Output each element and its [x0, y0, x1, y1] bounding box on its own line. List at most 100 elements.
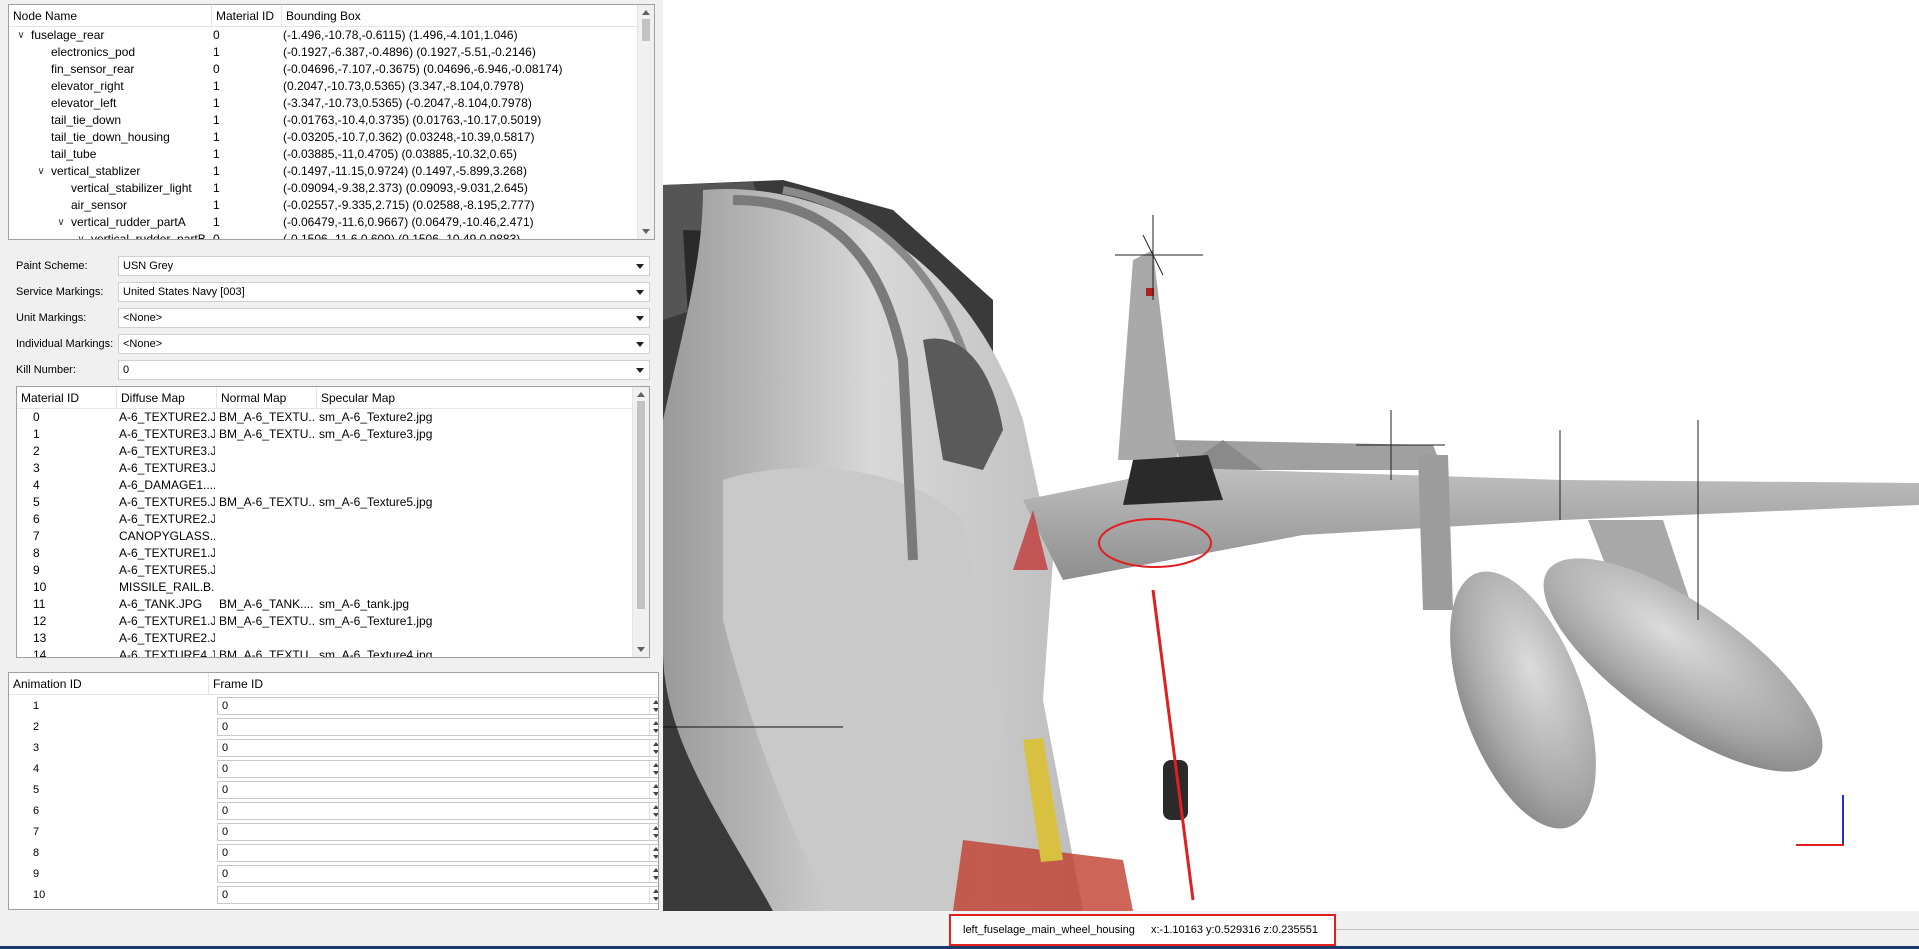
material-row[interactable]: 10 MISSILE_RAIL.B...	[17, 579, 631, 596]
header-animation-id[interactable]: Animation ID	[9, 673, 209, 695]
spin-down-icon[interactable]	[653, 729, 658, 733]
header-material-id[interactable]: Material ID	[212, 5, 282, 27]
spin-down-icon[interactable]	[653, 834, 658, 838]
spin-up-icon[interactable]	[653, 805, 658, 809]
frame-id-spinbox[interactable]: 0	[217, 865, 658, 883]
spin-up-icon[interactable]	[653, 868, 658, 872]
tree-row[interactable]: air_sensor 1 (-0.02557,-9.335,2.715) (0.02…	[9, 197, 636, 214]
tree-row[interactable]: electronics_pod 1 (-0.1927,-6.387,-0.4896)…	[9, 44, 636, 61]
scroll-up-icon[interactable]	[637, 392, 645, 397]
spin-up-icon[interactable]	[653, 700, 658, 704]
frame-id-spinbox[interactable]: 0	[217, 697, 658, 715]
header-specular-map[interactable]: Specular Map	[317, 387, 633, 409]
material-row[interactable]: 14 A-6_TEXTURE4.J... BM_A-6_TEXTU... sm_A-6…	[17, 647, 631, 657]
spin-buttons[interactable]	[649, 761, 658, 777]
frame-id-spinbox[interactable]: 0	[217, 886, 658, 904]
spin-buttons[interactable]	[649, 845, 658, 861]
node-material-id: 0	[213, 232, 220, 240]
material-row[interactable]: 4 A-6_DAMAGE1....	[17, 477, 631, 494]
spin-down-icon[interactable]	[653, 876, 658, 880]
material-row[interactable]: 2 A-6_TEXTURE3.J...	[17, 443, 631, 460]
frame-id-spinbox[interactable]: 0	[217, 739, 658, 757]
kill-number-select[interactable]: 0	[118, 360, 650, 380]
spin-buttons[interactable]	[649, 698, 658, 714]
header-material-id[interactable]: Material ID	[17, 387, 117, 409]
scroll-down-icon[interactable]	[642, 229, 650, 234]
node-tree[interactable]: Node Name Material ID Bounding Box ∨ fuse…	[8, 4, 655, 240]
frame-id-spinbox[interactable]: 0	[217, 781, 658, 799]
expand-toggle-icon[interactable]: ∨	[55, 214, 67, 231]
scroll-down-icon[interactable]	[637, 647, 645, 652]
spin-down-icon[interactable]	[653, 792, 658, 796]
spin-down-icon[interactable]	[653, 708, 658, 712]
spin-buttons[interactable]	[649, 824, 658, 840]
material-row[interactable]: 12 A-6_TEXTURE1.J... BM_A-6_TEXTU... sm_A-6…	[17, 613, 631, 630]
tree-row[interactable]: tail_tie_down_housing 1 (-0.03205,-10.7,0.…	[9, 129, 636, 146]
spin-up-icon[interactable]	[653, 763, 658, 767]
tree-row[interactable]: ∨ vertical_rudder_partB 0 (-0.1506,-11.6,0.…	[9, 231, 636, 240]
frame-id-spinbox[interactable]: 0	[217, 844, 658, 862]
spin-up-icon[interactable]	[653, 826, 658, 830]
tree-row[interactable]: ∨ vertical_stablizer 1 (-0.1497,-11.15,0.97…	[9, 163, 636, 180]
spin-buttons[interactable]	[649, 740, 658, 756]
spin-buttons[interactable]	[649, 866, 658, 882]
material-row[interactable]: 0 A-6_TEXTURE2.J... BM_A-6_TEXTU... sm_A-6_…	[17, 409, 631, 426]
tree-row[interactable]: ∨ vertical_rudder_partA 1 (-0.06479,-11.6,0…	[9, 214, 636, 231]
paint-scheme-select[interactable]: USN Grey	[118, 256, 650, 276]
spin-buttons[interactable]	[649, 803, 658, 819]
spin-up-icon[interactable]	[653, 721, 658, 725]
node-tree-scrollbar[interactable]	[637, 5, 654, 239]
spin-down-icon[interactable]	[653, 813, 658, 817]
header-diffuse-map[interactable]: Diffuse Map	[117, 387, 217, 409]
frame-id-spinbox[interactable]: 0	[217, 823, 658, 841]
material-row[interactable]: 6 A-6_TEXTURE2.J...	[17, 511, 631, 528]
tree-row[interactable]: ∨ fuselage_rear 0 (-1.496,-10.78,-0.6115) (…	[9, 27, 636, 44]
3d-viewport[interactable]	[663, 0, 1919, 911]
material-row[interactable]: 8 A-6_TEXTURE1.J...	[17, 545, 631, 562]
spin-down-icon[interactable]	[653, 855, 658, 859]
spin-down-icon[interactable]	[653, 897, 658, 901]
material-row[interactable]: 11 A-6_TANK.JPG BM_A-6_TANK.... sm_A-6_tank…	[17, 596, 631, 613]
header-frame-id[interactable]: Frame ID	[209, 673, 658, 695]
material-table[interactable]: Material ID Diffuse Map Normal Map Specu…	[16, 386, 650, 658]
frame-id-spinbox[interactable]: 0	[217, 760, 658, 778]
frame-id-spinbox[interactable]: 0	[217, 718, 658, 736]
material-row[interactable]: 3 A-6_TEXTURE3.J...	[17, 460, 631, 477]
tree-row[interactable]: tail_tie_down 1 (-0.01763,-10.4,0.3735) (0…	[9, 112, 636, 129]
scroll-thumb[interactable]	[637, 401, 645, 609]
material-row[interactable]: 5 A-6_TEXTURE5.J... BM_A-6_TEXTU... sm_A-6_…	[17, 494, 631, 511]
spin-up-icon[interactable]	[653, 742, 658, 746]
header-bounding-box[interactable]: Bounding Box	[282, 5, 654, 27]
material-row[interactable]: 1 A-6_TEXTURE3.J... BM_A-6_TEXTU... sm_A-6_…	[17, 426, 631, 443]
spin-up-icon[interactable]	[653, 847, 658, 851]
material-row[interactable]: 9 A-6_TEXTURE5.J...	[17, 562, 631, 579]
spin-buttons[interactable]	[649, 782, 658, 798]
unit-markings-select[interactable]: <None>	[118, 308, 650, 328]
spin-down-icon[interactable]	[653, 771, 658, 775]
header-node-name[interactable]: Node Name	[9, 5, 212, 27]
spin-up-icon[interactable]	[653, 784, 658, 788]
material-row[interactable]: 13 A-6_TEXTURE2.J...	[17, 630, 631, 647]
animation-table[interactable]: Animation ID Frame ID 102030405060708090…	[8, 672, 659, 910]
scroll-thumb[interactable]	[642, 19, 650, 41]
tree-row[interactable]: elevator_right 1 (0.2047,-10.73,0.5365) (3…	[9, 78, 636, 95]
material-table-scrollbar[interactable]	[632, 387, 649, 657]
spin-buttons[interactable]	[649, 719, 658, 735]
material-row[interactable]: 7 CANOPYGLASS....	[17, 528, 631, 545]
expand-toggle-icon[interactable]: ∨	[75, 231, 87, 239]
individual-markings-select[interactable]: <None>	[118, 334, 650, 354]
tree-row[interactable]: vertical_stabilizer_light 1 (-0.09094,-9.3…	[9, 180, 636, 197]
expand-toggle-icon[interactable]: ∨	[35, 163, 47, 180]
service-markings-select[interactable]: United States Navy [003]	[118, 282, 650, 302]
tree-row[interactable]: fin_sensor_rear 0 (-0.04696,-7.107,-0.3675…	[9, 61, 636, 78]
spin-buttons[interactable]	[649, 887, 658, 903]
frame-id-spinbox[interactable]: 0	[217, 802, 658, 820]
expand-toggle-icon[interactable]: ∨	[15, 27, 27, 44]
tree-row[interactable]: elevator_left 1 (-3.347,-10.73,0.5365) (-0…	[9, 95, 636, 112]
tree-row[interactable]: tail_tube 1 (-0.03885,-11,0.4705) (0.03885…	[9, 146, 636, 163]
node-name: vertical_rudder_partB	[91, 232, 206, 240]
header-normal-map[interactable]: Normal Map	[217, 387, 317, 409]
scroll-up-icon[interactable]	[642, 10, 650, 15]
spin-up-icon[interactable]	[653, 889, 658, 893]
spin-down-icon[interactable]	[653, 750, 658, 754]
